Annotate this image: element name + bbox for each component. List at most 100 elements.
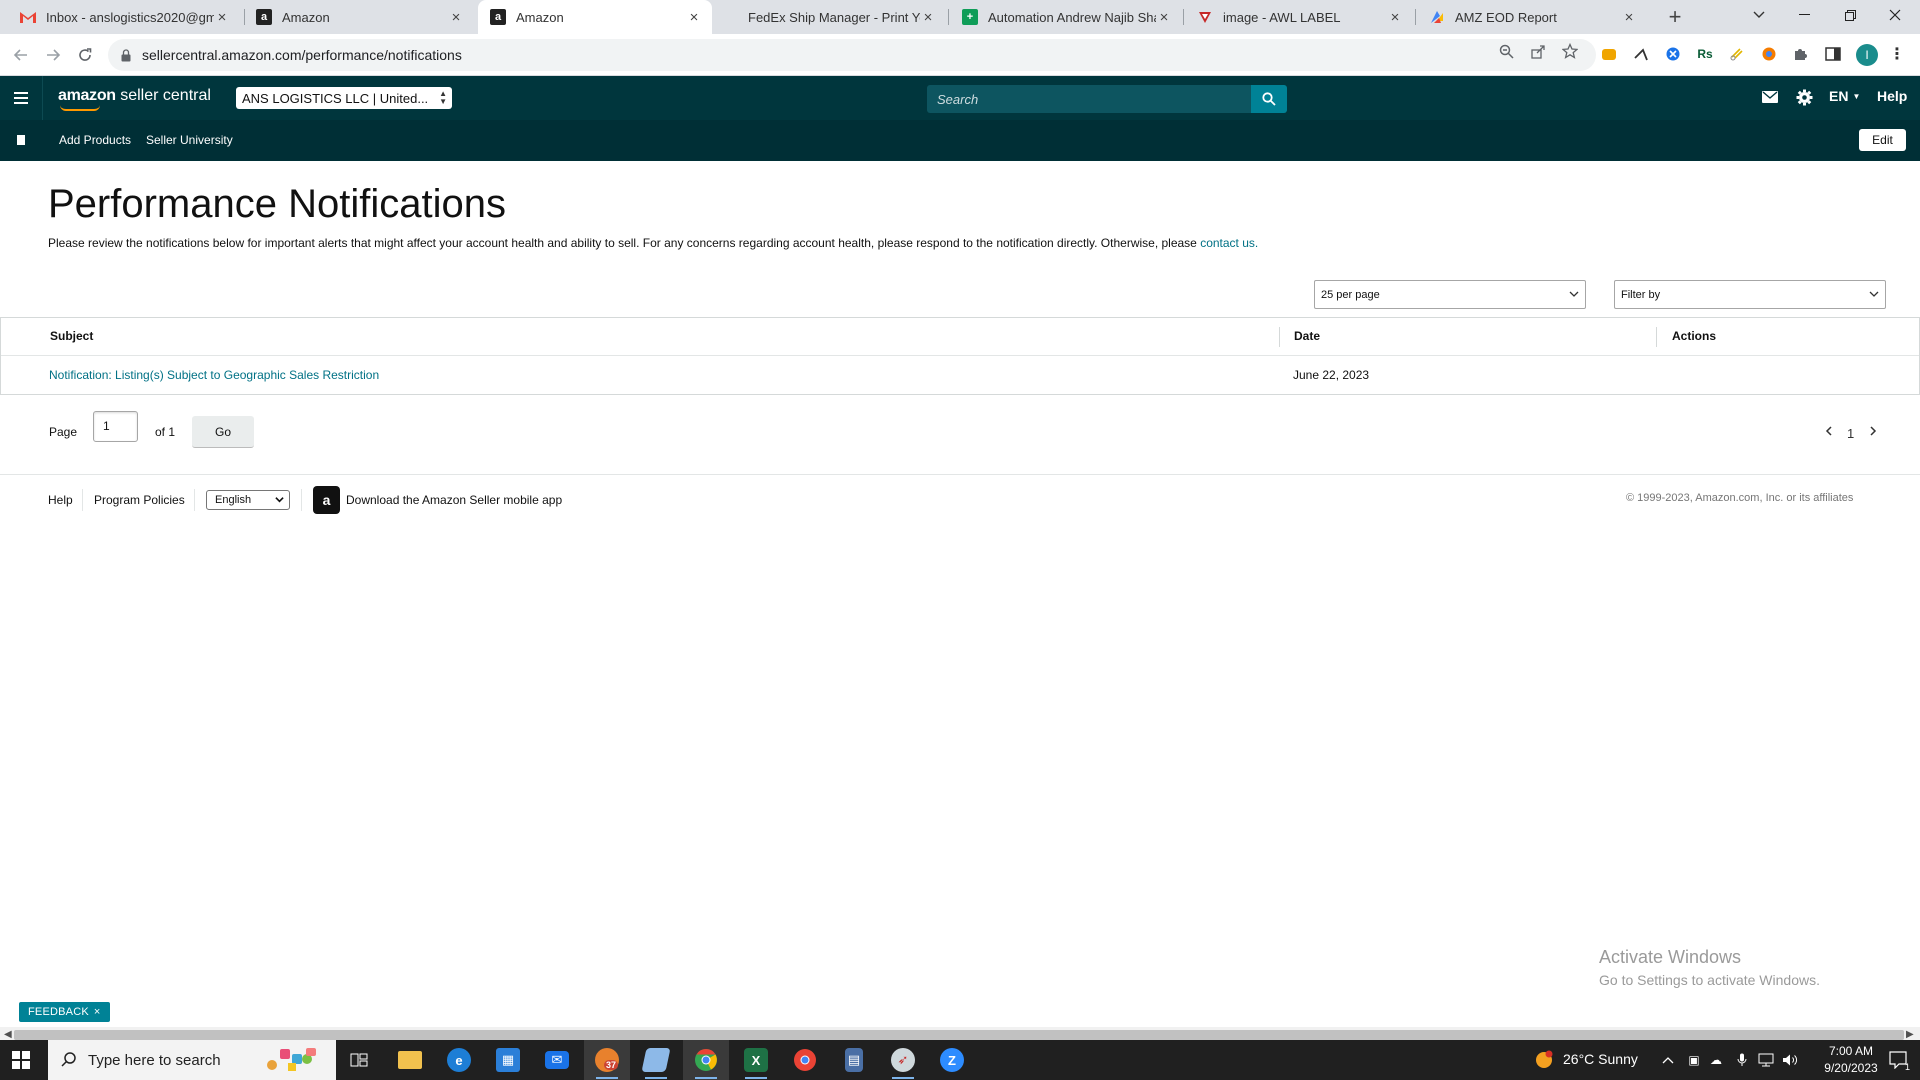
next-page-icon[interactable] xyxy=(1869,424,1877,440)
edge-icon[interactable]: e xyxy=(436,1040,482,1080)
network-icon[interactable] xyxy=(1758,1052,1774,1068)
new-tab-button[interactable]: + xyxy=(1662,4,1688,30)
close-tab-icon[interactable]: × xyxy=(1621,9,1637,26)
search-highlight-icon xyxy=(262,1045,320,1075)
share-icon[interactable] xyxy=(1529,42,1547,60)
minimize-button[interactable] xyxy=(1781,0,1827,30)
weather-text[interactable]: 26°C Sunny xyxy=(1563,1051,1638,1067)
volume-icon[interactable] xyxy=(1782,1052,1798,1068)
hamburger-menu-icon[interactable] xyxy=(10,87,32,109)
extension-rs-icon[interactable]: Rs xyxy=(1696,45,1714,63)
footer-help-link[interactable]: Help xyxy=(48,493,73,507)
close-tab-icon[interactable]: × xyxy=(214,9,230,26)
mail-icon[interactable]: ✉ xyxy=(534,1040,580,1080)
browser-menu-icon[interactable]: ⋮ xyxy=(1888,45,1906,63)
forward-icon[interactable] xyxy=(41,43,65,67)
profile-avatar[interactable]: I xyxy=(1856,44,1878,66)
contact-us-link[interactable]: contact us. xyxy=(1200,236,1258,250)
search-button[interactable] xyxy=(1251,85,1287,113)
file-explorer-icon[interactable] xyxy=(387,1040,433,1080)
close-tab-icon[interactable]: × xyxy=(1387,9,1403,26)
settings-gear-icon[interactable] xyxy=(1796,89,1813,106)
notification-subject-link[interactable]: Notification: Listing(s) Subject to Geog… xyxy=(49,368,379,382)
messages-icon[interactable] xyxy=(1762,91,1778,103)
edit-button[interactable]: Edit xyxy=(1859,129,1906,151)
close-tab-icon[interactable]: × xyxy=(448,9,464,26)
scrollbar-thumb[interactable] xyxy=(14,1030,1904,1040)
side-panel-icon[interactable] xyxy=(1824,45,1842,63)
caret-down-icon: ▼ xyxy=(1852,91,1861,101)
scroll-right-icon[interactable]: ▶ xyxy=(1906,1029,1914,1040)
chrome-icon[interactable] xyxy=(683,1040,729,1080)
seller-search-input[interactable]: Search xyxy=(927,85,1252,113)
extension-link-icon[interactable] xyxy=(1728,45,1746,63)
tab-title: Automation Andrew Najib Shams xyxy=(988,9,1156,25)
extension-honey-icon[interactable] xyxy=(1600,45,1618,63)
clock-time[interactable]: 7:00 AM xyxy=(1820,1044,1882,1058)
browser-tab-gmail[interactable]: Inbox - anslogistics2020@gmail.com × xyxy=(8,0,240,34)
browser-tab-amazon-active[interactable]: a Amazon × xyxy=(478,0,712,34)
footer-language-select[interactable]: English xyxy=(206,490,290,510)
seller-central-logo[interactable]: amazon seller central xyxy=(58,87,211,111)
scroll-left-icon[interactable]: ◀ xyxy=(4,1029,12,1040)
program-policies-link[interactable]: Program Policies xyxy=(94,493,185,507)
filter-dropdown[interactable]: Filter by xyxy=(1614,280,1886,309)
reload-icon[interactable] xyxy=(73,43,97,67)
taskbar-search-box[interactable]: Type here to search xyxy=(48,1040,336,1080)
close-tab-icon[interactable]: × xyxy=(920,9,936,26)
chrome-profile-icon[interactable] xyxy=(782,1040,828,1080)
extension-orange-icon[interactable] xyxy=(1760,45,1778,63)
notes-app-icon[interactable] xyxy=(633,1040,679,1080)
excel-icon[interactable]: X xyxy=(733,1040,779,1080)
notification-center-icon[interactable]: 1 xyxy=(1888,1050,1910,1072)
microphone-icon[interactable] xyxy=(1734,1052,1750,1068)
close-tab-icon[interactable]: × xyxy=(686,9,702,26)
close-window-button[interactable] xyxy=(1872,0,1918,30)
browser-tab-sheets[interactable]: + Automation Andrew Najib Shams × xyxy=(950,0,1182,34)
feedback-button[interactable]: FEEDBACK × xyxy=(19,1002,110,1022)
browser-tab-awl[interactable]: image - AWL LABEL × xyxy=(1185,0,1413,34)
page-total-label: of 1 xyxy=(155,425,176,439)
seller-university-link[interactable]: Seller University xyxy=(146,133,233,147)
gmail-icon xyxy=(20,9,36,25)
meet-icon[interactable]: ▣ xyxy=(1686,1052,1702,1068)
clock-date[interactable]: 9/20/2023 xyxy=(1820,1061,1882,1075)
task-view-icon[interactable] xyxy=(336,1040,382,1080)
rocket-app-icon[interactable]: ➶ xyxy=(880,1040,926,1080)
tab-search-chevron-icon[interactable] xyxy=(1736,0,1782,30)
add-products-link[interactable]: Add Products xyxy=(59,133,131,147)
restore-button[interactable] xyxy=(1827,0,1873,30)
extension-blue-icon[interactable] xyxy=(1664,45,1682,63)
bookmark-icon[interactable] xyxy=(17,135,25,148)
zoom-app-icon[interactable]: Z xyxy=(929,1040,975,1080)
download-app-link[interactable]: Download the Amazon Seller mobile app xyxy=(346,493,562,507)
go-button[interactable]: Go xyxy=(192,416,254,448)
lock-icon[interactable] xyxy=(120,48,132,62)
browser-tab-amazon-1[interactable]: a Amazon × xyxy=(244,0,474,34)
close-icon[interactable]: × xyxy=(94,1006,101,1018)
chevron-up-icon[interactable] xyxy=(1660,1052,1676,1068)
amazon-icon: a xyxy=(256,9,272,25)
close-tab-icon[interactable]: × xyxy=(1156,9,1172,26)
weather-icon[interactable] xyxy=(1534,1050,1554,1070)
bookmark-star-icon[interactable] xyxy=(1561,42,1579,60)
zoom-icon[interactable] xyxy=(1497,42,1515,60)
back-icon[interactable] xyxy=(9,43,33,67)
address-bar[interactable]: sellercentral.amazon.com/performance/not… xyxy=(108,39,1596,71)
seller-app-icon[interactable]: a xyxy=(313,486,340,514)
language-selector[interactable]: EN ▼ xyxy=(1829,88,1860,104)
calculator-icon[interactable]: ▤ xyxy=(831,1040,877,1080)
page-number-input[interactable]: 1 xyxy=(93,411,138,442)
store-icon[interactable]: ▦ xyxy=(485,1040,531,1080)
windows-start-icon[interactable] xyxy=(12,1051,30,1069)
browser-tab-eod-report[interactable]: AMZ EOD Report × xyxy=(1417,0,1647,34)
extension-arrow-icon[interactable] xyxy=(1632,45,1650,63)
onedrive-icon[interactable]: ☁ xyxy=(1708,1052,1724,1068)
per-page-dropdown[interactable]: 25 per page xyxy=(1314,280,1586,309)
extensions-puzzle-icon[interactable] xyxy=(1792,45,1810,63)
outlook-icon[interactable]: 37 xyxy=(584,1040,630,1080)
browser-tab-fedex[interactable]: FedEx Ship Manager - Print Your Label × xyxy=(714,0,946,34)
prev-page-icon[interactable] xyxy=(1825,424,1833,440)
account-switcher[interactable]: ANS LOGISTICS LLC | United... ▲ ▼ xyxy=(236,87,452,109)
help-link[interactable]: Help xyxy=(1877,88,1907,104)
